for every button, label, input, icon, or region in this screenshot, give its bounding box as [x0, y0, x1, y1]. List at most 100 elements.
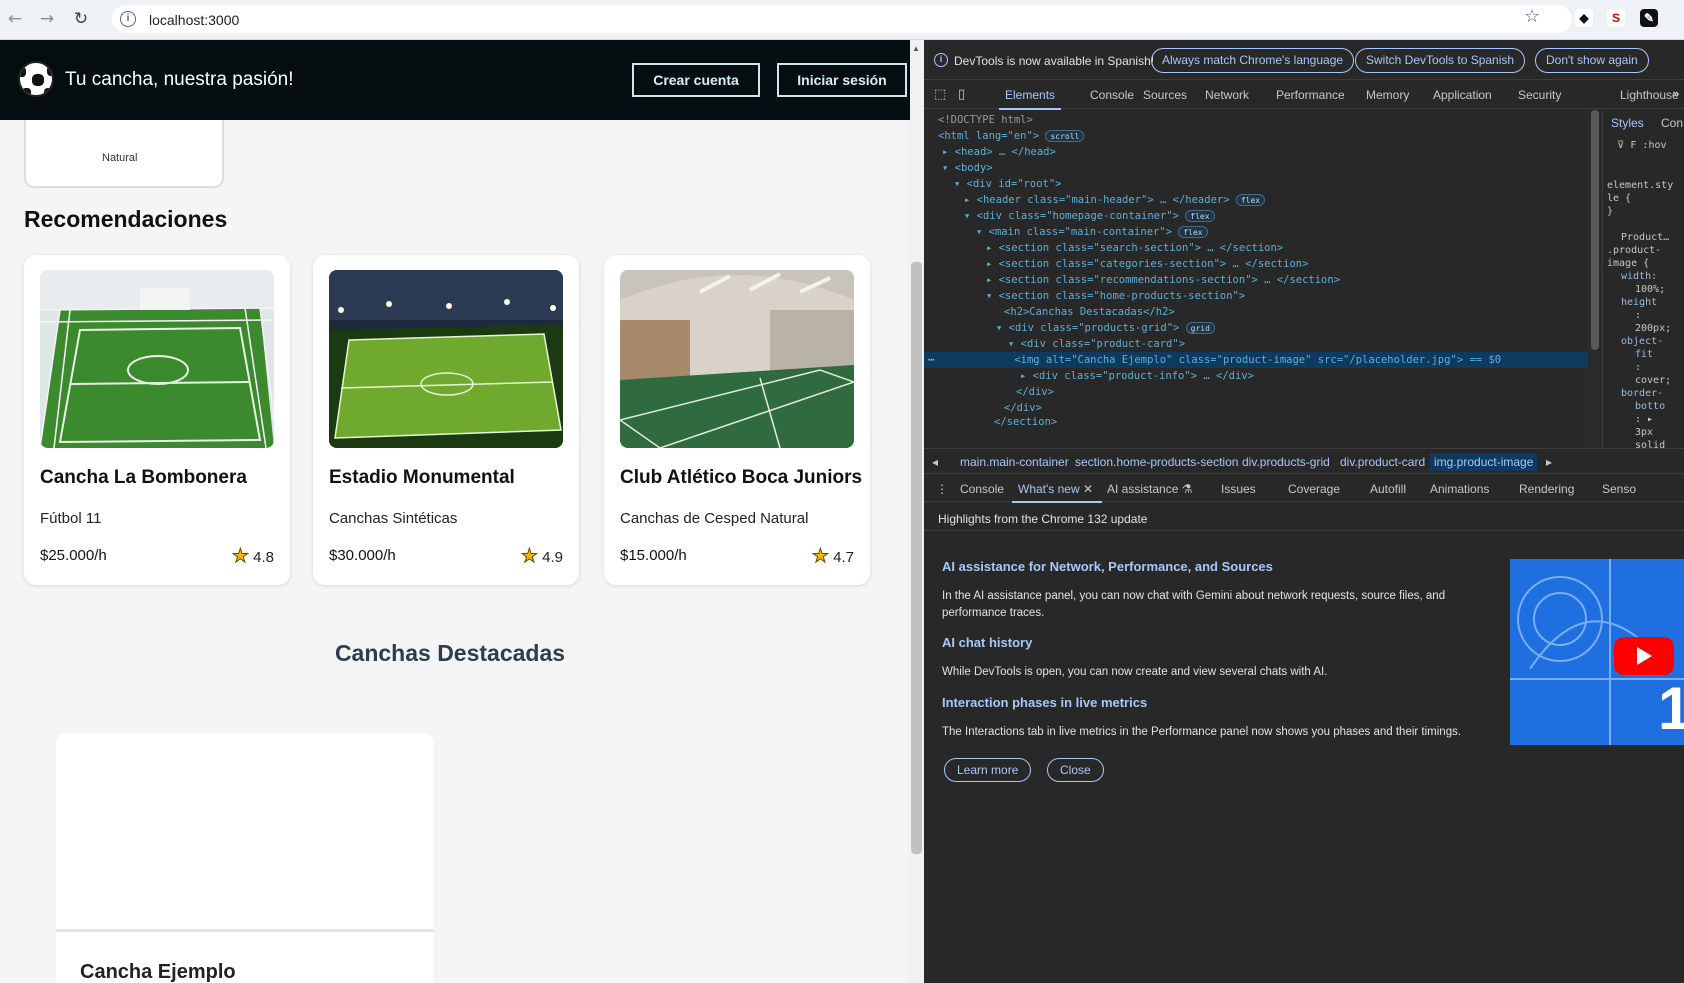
breadcrumb-item[interactable]: main.main-container — [960, 455, 1069, 469]
tab-memory[interactable]: Memory — [1366, 88, 1409, 102]
learn-more-button[interactable]: Learn more — [944, 758, 1032, 782]
dom-line[interactable]: ▸ <head> … </head> — [942, 144, 1056, 160]
flask-icon: ⚗ — [1181, 482, 1193, 496]
dom-line[interactable]: ▾ <section class="home-products-section"… — [986, 288, 1245, 304]
dont-show-again-button[interactable]: Don't show again — [1535, 48, 1649, 73]
dom-line[interactable]: ▸ <header class="main-header"> … </heade… — [964, 192, 1266, 208]
drawer-tab-autofill[interactable]: Autofill — [1370, 482, 1406, 496]
dom-line-selected[interactable]: ⋯ <img alt="Cancha Ejemplo" class="produc… — [924, 352, 1588, 368]
dom-line[interactable]: ▾ <div class="homepage-container"> flex — [964, 208, 1215, 224]
video-thumbnail[interactable]: 1 — [1510, 559, 1684, 745]
brand-slogan: Tu cancha, nuestra pasión! — [65, 69, 294, 90]
inspect-element-icon[interactable]: ⬚ — [934, 87, 946, 102]
feature-title[interactable]: AI assistance for Network, Performance, … — [942, 559, 1273, 574]
dom-line[interactable]: </section> — [994, 414, 1057, 430]
drawer-tab-whats-new[interactable]: What's new — [1012, 482, 1102, 503]
recommendations-title: Recomendaciones — [24, 206, 228, 232]
tab-styles[interactable]: Styles — [1611, 116, 1644, 130]
feature-title[interactable]: AI chat history — [942, 635, 1032, 650]
drawer-tab-coverage[interactable]: Coverage — [1288, 482, 1340, 496]
back-icon[interactable]: ← — [4, 8, 26, 30]
filter-icon: ⊽ — [1617, 140, 1625, 151]
card-category: Fútbol 11 — [40, 510, 102, 527]
dom-line[interactable]: ▾ <body> — [942, 160, 993, 176]
match-language-button[interactable]: Always match Chrome's language — [1151, 48, 1355, 73]
scroll-up-icon[interactable]: ▲ — [912, 44, 920, 53]
extension-icon[interactable]: ◆ — [1575, 9, 1593, 27]
recommendation-card[interactable]: Estadio Monumental Canchas Sintéticas $3… — [313, 255, 579, 585]
drawer-tab-console[interactable]: Console — [960, 482, 1004, 496]
dom-line[interactable]: ▾ <main class="main-container"> flex — [976, 224, 1208, 240]
dom-scrollbar[interactable] — [1588, 110, 1602, 448]
page-scrollbar[interactable]: ▲ — [908, 40, 924, 983]
star-icon: ★ — [231, 545, 249, 568]
drawer-tab-animations[interactable]: Animations — [1430, 482, 1489, 496]
recommendation-card[interactable]: Cancha La Bombonera Fútbol 11 $25.000/h … — [24, 255, 290, 585]
product-card[interactable]: Cancha Ejemplo — [56, 733, 434, 983]
styles-filter[interactable]: ⊽ F :hov — [1617, 140, 1667, 151]
breadcrumb-item[interactable]: div.products-grid — [1242, 455, 1330, 469]
more-tabs-icon[interactable]: » — [1672, 87, 1680, 102]
bookmark-star-icon[interactable]: ☆ — [1524, 6, 1540, 27]
dom-line[interactable]: ▸ <section class="recommendations-sectio… — [986, 272, 1340, 288]
tab-performance[interactable]: Performance — [1276, 88, 1345, 102]
dom-line[interactable]: </div> — [1016, 384, 1054, 400]
browser-toolbar: ← → ↻ i localhost:3000 ☆ ◆ S ✎ — [0, 0, 1684, 40]
breadcrumb-left-icon[interactable]: ◂ — [932, 455, 938, 469]
card-rating: ★ 4.7 — [811, 545, 854, 568]
scrollbar-thumb[interactable] — [911, 262, 922, 854]
forward-icon[interactable]: → — [36, 8, 58, 30]
svg-text:1: 1 — [1658, 675, 1684, 742]
dom-line[interactable]: ▾ <div id="root"> — [954, 176, 1061, 192]
drawer-menu-icon[interactable]: ⋮ — [936, 482, 948, 496]
close-button[interactable]: Close — [1047, 758, 1104, 782]
drawer-tab-sensors[interactable]: Senso — [1602, 482, 1636, 496]
category-card-label: Natural — [102, 152, 138, 164]
language-banner: i DevTools is now available in Spanish! … — [924, 40, 1684, 80]
tab-elements[interactable]: Elements — [998, 88, 1062, 110]
card-name: Club Atlético Boca Juniors — [620, 467, 863, 488]
tab-application[interactable]: Application — [1433, 88, 1492, 102]
dom-line[interactable]: <!DOCTYPE html> — [938, 112, 1033, 128]
tab-console[interactable]: Console — [1090, 88, 1134, 102]
extension-s-icon[interactable]: S — [1607, 9, 1625, 27]
dom-line[interactable]: ▸ <section class="search-section"> … </s… — [986, 240, 1283, 256]
tab-lighthouse[interactable]: Lighthouse — [1620, 88, 1679, 102]
rating-value: 4.8 — [253, 549, 274, 566]
dom-scrollbar-thumb[interactable] — [1591, 110, 1599, 350]
card-rating: ★ 4.9 — [520, 545, 563, 568]
close-tab-icon[interactable]: ✕ — [1083, 482, 1093, 496]
dom-line[interactable]: ▸ <section class="categories-section"> …… — [986, 256, 1308, 272]
dom-line[interactable]: <html lang="en"> scroll — [938, 128, 1085, 144]
recommendation-card[interactable]: Club Atlético Boca Juniors Canchas de Ce… — [604, 255, 870, 585]
tab-security[interactable]: Security — [1518, 88, 1561, 102]
product-name: Cancha Ejemplo — [80, 961, 236, 983]
reload-icon[interactable]: ↻ — [70, 8, 92, 30]
breadcrumb-item[interactable]: div.product-card — [1340, 455, 1425, 469]
info-icon: i — [934, 53, 948, 67]
breadcrumb-item-current[interactable]: img.product-image — [1430, 453, 1538, 471]
create-account-button[interactable]: Crear cuenta — [632, 63, 760, 97]
drawer-tab-ai-assistance[interactable]: AI assistance ⚗ — [1107, 482, 1192, 496]
site-info-icon[interactable]: i — [120, 11, 136, 27]
dom-line[interactable]: <h2>Canchas Destacadas</h2> — [1004, 304, 1175, 320]
dom-tree[interactable]: <!DOCTYPE html> <html lang="en"> scroll … — [924, 110, 1588, 448]
tab-network[interactable]: Network — [1205, 88, 1249, 102]
divider — [924, 530, 1684, 531]
feature-title[interactable]: Interaction phases in live metrics — [942, 695, 1147, 710]
switch-spanish-button[interactable]: Switch DevTools to Spanish — [1355, 48, 1526, 73]
drawer-tab-rendering[interactable]: Rendering — [1519, 482, 1574, 496]
dom-line[interactable]: ▾ <div class="products-grid"> grid — [996, 320, 1215, 336]
tab-computed[interactable]: Con — [1661, 116, 1683, 130]
breadcrumb-item[interactable]: section.home-products-section — [1075, 455, 1238, 469]
address-bar[interactable]: i localhost:3000 — [112, 5, 1572, 33]
drawer-tab-issues[interactable]: Issues — [1221, 482, 1256, 496]
url-text: localhost:3000 — [149, 12, 240, 28]
extension-pen-icon[interactable]: ✎ — [1640, 9, 1658, 27]
login-button[interactable]: Iniciar sesión — [777, 63, 907, 97]
breadcrumb-right-icon[interactable]: ▸ — [1546, 455, 1552, 469]
tab-sources[interactable]: Sources — [1143, 88, 1187, 102]
dom-line[interactable]: ▸ <div class="product-info"> … </div> — [1020, 368, 1254, 384]
dom-line[interactable]: ▾ <div class="product-card"> — [1008, 336, 1185, 352]
device-toolbar-icon[interactable]: ▯ — [958, 87, 965, 102]
